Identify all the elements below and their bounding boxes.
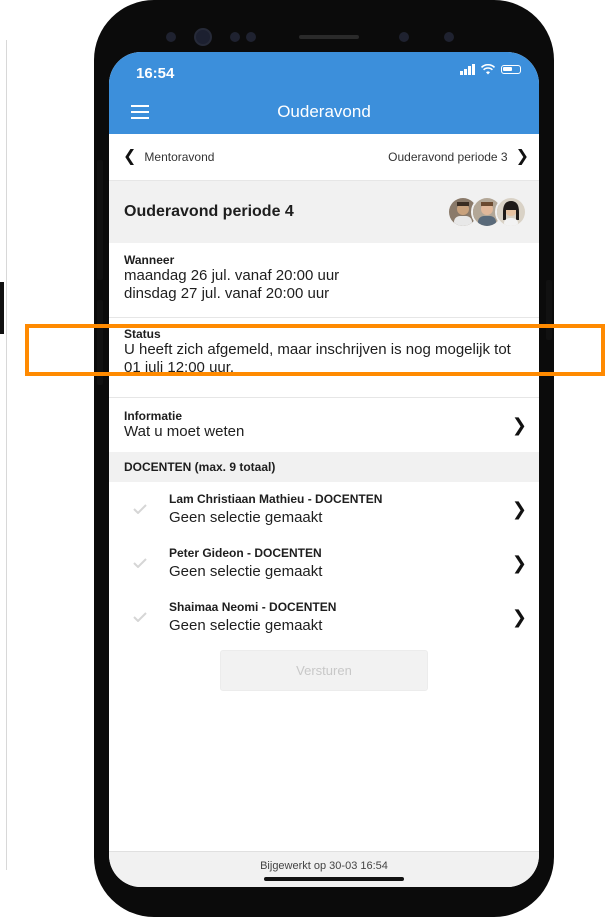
chevron-left-icon: ❮ (123, 148, 137, 165)
teachers-header: DOCENTEN (max. 9 totaal) (109, 452, 539, 482)
sensor-dot (399, 32, 409, 42)
event-header: Ouderavond periode 4 (109, 181, 539, 243)
chevron-right-icon: ❯ (511, 607, 527, 627)
earpiece-speaker (299, 35, 359, 39)
prev-event-link[interactable]: ❮ Mentoravond (123, 149, 214, 165)
teacher-row[interactable]: Peter Gideon - DOCENTEN Geen selectie ge… (109, 536, 539, 590)
teacher-row[interactable]: Shaimaa Neomi - DOCENTEN Geen selectie g… (109, 590, 539, 644)
when-line: maandag 26 jul. vanaf 20:00 uur (124, 267, 340, 284)
teacher-selection: Geen selectie gemaakt (169, 509, 323, 526)
volume-button (97, 160, 103, 280)
information-value: Wat u moet weten (124, 423, 245, 440)
teacher-name: Shaimaa Neomi - DOCENTEN (169, 600, 337, 614)
battery-icon (501, 65, 521, 74)
app-title: Ouderavond (277, 102, 371, 121)
volume-button (97, 300, 103, 385)
teacher-row[interactable]: Lam Christiaan Mathieu - DOCENTEN Geen s… (109, 482, 539, 536)
submit-button[interactable]: Versturen (220, 650, 428, 691)
power-button (546, 280, 552, 340)
sensor-dot (444, 32, 454, 42)
information-row[interactable]: Informatie Wat u moet weten ❯ (109, 398, 539, 452)
chevron-right-icon: ❯ (515, 148, 529, 165)
status-label: Status (124, 327, 161, 341)
check-icon (133, 558, 147, 568)
information-label: Informatie (124, 409, 183, 423)
teacher-selection: Geen selectie gemaakt (169, 563, 323, 580)
wifi-icon (481, 64, 495, 75)
chevron-right-icon: ❯ (511, 499, 527, 519)
sensor-dot (166, 32, 176, 42)
status-time: 16:54 (136, 65, 175, 82)
status-section: Status U heeft zich afgemeld, maar insch… (109, 318, 539, 398)
event-title: Ouderavond periode 4 (124, 203, 294, 220)
next-event-label: Ouderavond periode 3 (388, 150, 508, 164)
teacher-selection: Geen selectie gemaakt (169, 617, 323, 634)
avatar (495, 196, 527, 228)
phone-frame: 16:54 Ouderavond ❮ Mentoravond Ouderavon… (94, 0, 554, 917)
sensor-dot (246, 32, 256, 42)
when-label: Wanneer (124, 253, 175, 267)
signal-icon (460, 64, 475, 75)
check-icon (133, 612, 147, 622)
last-updated-footer: Bijgewerkt op 30-03 16:54 (109, 851, 539, 887)
submit-wrap: Versturen (109, 650, 539, 691)
page-edge (0, 40, 7, 870)
home-indicator (264, 877, 404, 881)
prev-event-label: Mentoravond (144, 150, 215, 164)
avatar-group (447, 196, 527, 228)
teacher-name: Lam Christiaan Mathieu - DOCENTEN (169, 492, 383, 506)
teacher-name: Peter Gideon - DOCENTEN (169, 546, 322, 560)
next-event-link[interactable]: Ouderavond periode 3 ❯ (388, 149, 529, 165)
check-icon (133, 504, 147, 514)
period-navigation: ❮ Mentoravond Ouderavond periode 3 ❯ (109, 134, 539, 181)
when-section: Wanneer maandag 26 jul. vanaf 20:00 uur … (109, 243, 539, 318)
chevron-right-icon: ❯ (511, 553, 527, 573)
front-camera (194, 28, 212, 46)
page-edge-mark (0, 282, 4, 334)
chevron-right-icon: ❯ (511, 415, 527, 435)
status-text: U heeft zich afgemeld, maar inschrijven … (124, 341, 511, 376)
app-bar: 16:54 Ouderavond (109, 52, 539, 134)
sensor-dot (230, 32, 240, 42)
phone-screen: 16:54 Ouderavond ❮ Mentoravond Ouderavon… (109, 52, 539, 887)
status-icons (460, 64, 521, 75)
when-line: dinsdag 27 jul. vanaf 20:00 uur (124, 285, 330, 302)
phone-sensor-bar (94, 28, 554, 48)
